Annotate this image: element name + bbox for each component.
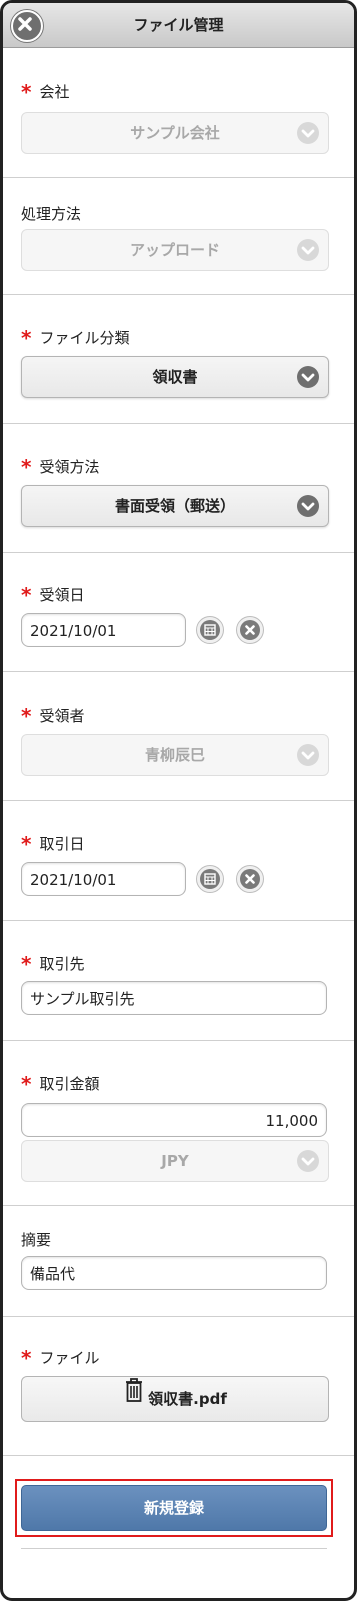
divider	[21, 1548, 327, 1549]
memo-label: 摘要	[21, 1231, 52, 1249]
receipt-method-select[interactable]: 書面受領（郵送）	[21, 485, 329, 527]
receipt-date-label: * 受領日	[21, 581, 85, 607]
transaction-date-label: * 取引日	[21, 830, 85, 856]
amount-label: * 取引金額	[21, 1070, 100, 1096]
process-method-value: アップロード	[129, 241, 220, 259]
amount-section: * 取引金額 11,000 JPY	[3, 1041, 354, 1206]
clear-icon[interactable]	[236, 616, 264, 644]
company-label: * 会社	[21, 78, 70, 104]
file-category-label: * ファイル分類	[21, 324, 130, 350]
chevron-down-icon	[297, 239, 319, 261]
chevron-down-icon	[297, 366, 319, 388]
file-category-label-text: ファイル分類	[39, 329, 130, 347]
required-mark: *	[21, 1072, 32, 1096]
chevron-down-icon	[297, 495, 319, 517]
process-method-select: アップロード	[21, 229, 329, 271]
memo-input[interactable]: 備品代	[21, 1256, 327, 1290]
company-section: * 会社 サンプル会社	[3, 48, 354, 178]
business-partner-label-text: 取引先	[39, 955, 85, 973]
recipient-label: * 受領者	[21, 702, 85, 728]
page-title: ファイル管理	[133, 16, 224, 34]
register-button[interactable]: 新規登録	[21, 1485, 327, 1531]
recipient-select: 青柳辰巳	[21, 734, 329, 776]
company-value: サンプル会社	[130, 124, 220, 142]
chevron-down-icon	[297, 122, 319, 144]
business-partner-label: * 取引先	[21, 950, 85, 976]
recipient-value: 青柳辰巳	[144, 746, 205, 764]
amount-input[interactable]: 11,000	[21, 1103, 327, 1137]
chevron-down-icon	[297, 1150, 319, 1172]
file-category-select[interactable]: 領収書	[21, 356, 329, 398]
process-method-section: 処理方法 アップロード	[3, 178, 354, 295]
file-label: * ファイル	[21, 1344, 100, 1370]
amount-label-text: 取引金額	[39, 1075, 100, 1093]
submit-highlight: 新規登録	[15, 1479, 333, 1537]
receipt-method-value: 書面受領（郵送）	[114, 497, 235, 515]
required-mark: *	[21, 832, 32, 856]
receipt-date-section: * 受領日 2021/10/01	[3, 553, 354, 672]
process-method-label: 処理方法	[21, 205, 82, 223]
calendar-icon[interactable]	[196, 616, 224, 644]
required-mark: *	[21, 952, 32, 976]
file-label-text: ファイル	[39, 1349, 100, 1367]
business-partner-section: * 取引先 サンプル取引先	[3, 921, 354, 1041]
transaction-date-input[interactable]: 2021/10/01	[21, 862, 186, 896]
recipient-section: * 受領者 青柳辰巳	[3, 672, 354, 801]
clear-icon[interactable]	[236, 865, 264, 893]
recipient-label-text: 受領者	[39, 707, 85, 725]
receipt-method-label-text: 受領方法	[39, 458, 100, 476]
required-mark: *	[21, 455, 32, 479]
file-category-section: * ファイル分類 領収書	[3, 295, 354, 424]
memo-section: 摘要 備品代	[3, 1206, 354, 1317]
required-mark: *	[21, 326, 32, 350]
required-mark: *	[21, 1346, 32, 1370]
required-mark: *	[21, 80, 32, 104]
file-attachment-button[interactable]: 領収書.pdf	[21, 1376, 329, 1422]
company-select: サンプル会社	[21, 112, 329, 154]
file-name: 領収書.pdf	[148, 1390, 227, 1408]
currency-select: JPY	[21, 1140, 329, 1182]
mobile-frame: ファイル管理 * 会社 サンプル会社 処理方法 アップロード * ファイル分類 領収…	[0, 0, 357, 1601]
receipt-method-section: * 受領方法 書面受領（郵送）	[3, 424, 354, 553]
transaction-date-section: * 取引日 2021/10/01	[3, 801, 354, 921]
receipt-method-label: * 受領方法	[21, 453, 100, 479]
transaction-date-label-text: 取引日	[39, 835, 85, 853]
header-bar: ファイル管理	[3, 3, 354, 48]
business-partner-input[interactable]: サンプル取引先	[21, 981, 327, 1015]
currency-value: JPY	[161, 1152, 189, 1170]
company-label-text: 会社	[39, 83, 70, 101]
calendar-icon[interactable]	[196, 865, 224, 893]
chevron-down-icon	[297, 744, 319, 766]
receipt-date-input[interactable]: 2021/10/01	[21, 613, 186, 647]
required-mark: *	[21, 583, 32, 607]
receipt-date-label-text: 受領日	[39, 586, 85, 604]
trash-icon[interactable]	[123, 1376, 145, 1420]
required-mark: *	[21, 704, 32, 728]
file-category-value: 領収書	[152, 368, 198, 386]
